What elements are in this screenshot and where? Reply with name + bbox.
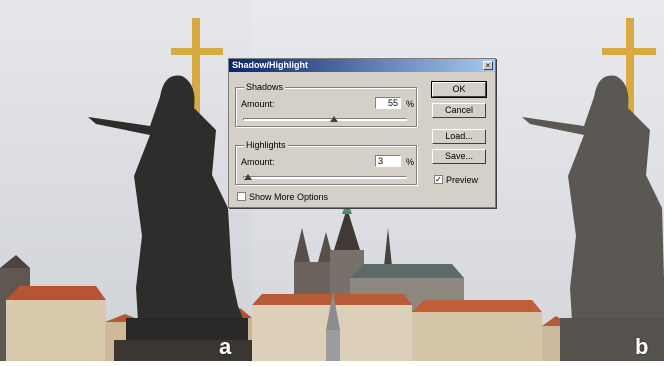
shadows-slider-track[interactable] [243, 118, 407, 121]
shadow-highlight-dialog: Shadow/Highlight × Shadows Amount: 55 % … [228, 58, 496, 208]
highlights-percent-label: % [406, 157, 415, 167]
shadows-slider-thumb[interactable] [330, 116, 338, 122]
show-more-options-label[interactable]: Show More Options [249, 192, 328, 202]
highlights-legend: Highlights [244, 140, 288, 150]
shadows-amount-input[interactable]: 55 [375, 97, 401, 109]
preview-label[interactable]: Preview [446, 175, 478, 185]
cancel-button[interactable]: Cancel [432, 103, 486, 118]
load-button[interactable]: Load... [432, 129, 486, 144]
shadows-percent-label: % [406, 99, 415, 109]
save-button[interactable]: Save... [432, 149, 486, 164]
show-more-options-checkbox[interactable] [237, 192, 246, 201]
highlights-slider-track[interactable] [243, 176, 407, 179]
shadows-amount-label: Amount: [241, 99, 275, 109]
shadows-legend: Shadows [244, 82, 286, 92]
highlights-slider-thumb[interactable] [244, 174, 252, 180]
highlights-amount-label: Amount: [241, 157, 275, 167]
ok-button[interactable]: OK [431, 81, 487, 98]
close-icon[interactable]: × [483, 61, 493, 70]
panel-label-a: a [219, 334, 232, 359]
panel-label-b: b [635, 334, 649, 359]
highlights-amount-input[interactable]: 3 [375, 155, 401, 167]
preview-checkbox[interactable]: ✓ [434, 175, 443, 184]
dialog-title: Shadow/Highlight [232, 60, 308, 70]
dialog-titlebar[interactable]: Shadow/Highlight × [229, 59, 495, 72]
